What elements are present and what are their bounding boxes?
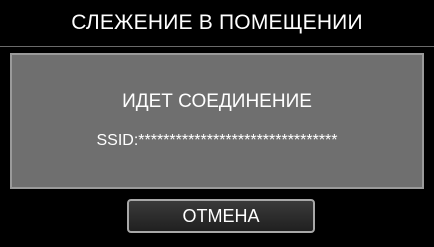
title-divider xyxy=(0,46,434,47)
connection-status-panel: ИДЕТ СОЕДИНЕНИЕ SSID:*******************… xyxy=(10,53,424,189)
connection-status-text: ИДЕТ СОЕДИНЕНИЕ xyxy=(122,91,312,112)
screen-title: СЛЕЖЕНИЕ В ПОМЕЩЕНИИ xyxy=(71,11,363,34)
cancel-button[interactable]: ОТМЕНА xyxy=(127,199,315,233)
ssid-text: SSID:******************************** xyxy=(96,132,338,149)
camera-screen: СЛЕЖЕНИЕ В ПОМЕЩЕНИИ ИДЕТ СОЕДИНЕНИЕ SSI… xyxy=(0,0,434,247)
